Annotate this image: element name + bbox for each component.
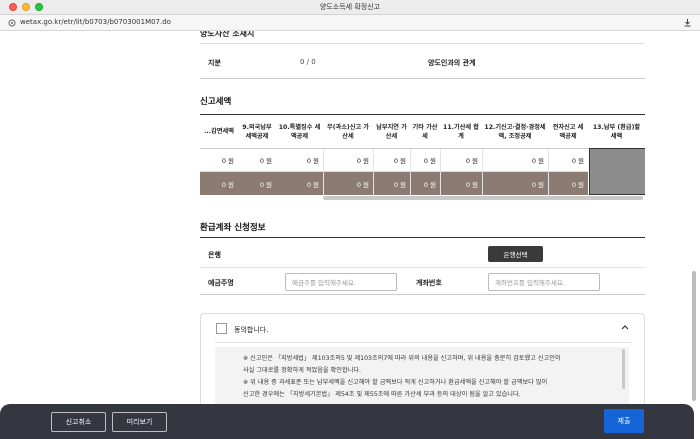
address-bar[interactable]: wetax.go.kr/etr/lit/b0703/b0703001M07.do [0,15,700,31]
table-cell: 0 원 [373,149,410,172]
table-cell: 0 원 [200,172,238,195]
tax-column: 9.외국납부 세액공제 0 원 0 원 [238,115,276,222]
tax-column: 전자신고 세액공제 0 원 0 원 [548,115,588,222]
column-header: 13.납부 (환급)할 세액 [588,115,645,149]
preview-button[interactable]: 미리보기 [112,412,167,432]
table-cell: 0 원 [276,172,323,195]
table-horizontal-scrollbar[interactable] [323,196,643,200]
page-scrollbar-thumb[interactable] [692,271,696,401]
column-divider [440,149,441,195]
table-cell: 0 원 [410,172,440,195]
page-content: 양도자산 소재지 지분 0 / 0 양도인과의 관계 신고세액 ...감면세액 … [0,31,700,439]
table-cell: 0 원 [482,149,548,172]
download-icon[interactable] [683,18,692,27]
holder-label: 예금주명 [208,279,234,287]
window-title: 양도소득세 확정신고 [319,3,381,11]
agreement-line: 사실 그대로를 정확하게 적었음을 확인합니다. [243,367,361,374]
table-cell: 0 원 [410,149,440,172]
column-header: 무(과소)신고 가산세 [323,115,373,149]
table-cell: 0 원 [238,172,276,195]
table-cell: 0 원 [548,172,588,195]
window-titlebar: 양도소득세 확정신고 [0,0,700,15]
agreement-line: ※ 신고인은 「지방세법」 제103조의5 및 제103조의7에 따라 위의 내… [243,355,561,362]
table-cell: 0 원 [323,172,373,195]
column-header: 납부지연 가산세 [373,115,410,149]
site-info-icon[interactable] [8,19,16,27]
column-divider [323,149,324,195]
refund-account-form: 은행 은행선택 예금주명 예금주를 입력해주세요. 계좌번호 계좌번호를 입력해… [200,237,645,295]
table-cell: 0 원 [482,172,548,195]
bank-label: 은행 [208,251,221,259]
table-cell: 0 원 [200,149,238,172]
bank-select-button[interactable]: 은행선택 [488,246,543,262]
tax-table[interactable]: ...감면세액 0 원 0 원 9.외국납부 세액공제 0 원 0 원 10.특… [200,114,645,222]
column-divider [548,149,549,195]
relation-label: 양도인과의 관계 [428,59,476,67]
table-cell: 0 원 [276,149,323,172]
table-cell: 0 원 [440,149,482,172]
column-header: 12.기신고·결정·경정세액, 조정공제 [482,115,548,149]
table-cell: 0 원 [238,149,276,172]
column-divider [373,149,374,195]
account-number-label: 계좌번호 [416,279,442,287]
chevron-up-icon[interactable] [621,324,629,330]
share-value: 0 / 0 [300,58,316,66]
table-cell: 0 원 [548,149,588,172]
tax-column: 무(과소)신고 가산세 0 원 0 원 [323,115,373,222]
table-cell: 0 원 [440,172,482,195]
tax-column: ...감면세액 0 원 0 원 [200,115,238,222]
tax-column: 11.가산세 합계 0 원 0 원 [440,115,482,222]
bottom-action-bar: 신고취소 미리보기 제출 [0,404,694,439]
cancel-filing-button[interactable]: 신고취소 [51,412,106,432]
tax-column: 납부지연 가산세 0 원 0 원 [373,115,410,222]
account-holder-input[interactable]: 예금주를 입력해주세요. [285,273,397,291]
column-header: 10.특별징수 세액공제 [276,115,323,149]
tax-column: 10.특별징수 세액공제 0 원 0 원 [276,115,323,222]
column-header: 11.가산세 합계 [440,115,482,149]
column-divider [410,149,411,195]
share-label: 지분 [208,59,221,67]
divider [215,342,631,343]
agreement-line: 신고한 경우에는 「지방세기본법」 제54조 및 제55조에 따른 가산세 부과… [243,391,521,398]
share-info-row: 지분 0 / 0 양도인과의 관계 [200,43,645,79]
url-text[interactable]: wetax.go.kr/etr/lit/b0703/b0703001M07.do [20,18,171,26]
table-cell: 0 원 [373,172,410,195]
tax-column: 기타 가산세 0 원 0 원 [410,115,440,222]
column-divider [482,149,483,195]
column-header: 기타 가산세 [410,115,440,149]
column-header: 전자신고 세액공제 [548,115,588,149]
refund-section-title: 환급계좌 신청정보 [200,223,266,233]
account-number-input[interactable]: 계좌번호를 입력해주세요. [488,273,600,291]
partial-section-heading: 양도자산 소재지 [200,31,255,38]
divider [200,267,645,268]
payable-tax-cell [589,148,645,195]
agreement-line: ※ 위 내용 중 과세표준 또는 납부세액을 신고해야 할 금액보다 적게 신고… [243,379,548,386]
agree-label[interactable]: 동의합니다. [234,325,268,335]
submit-button[interactable]: 제출 [604,409,644,433]
tax-section-title: 신고세액 [200,97,232,107]
agree-checkbox[interactable] [216,323,227,334]
table-cell: 0 원 [323,149,373,172]
tax-column: 12.기신고·결정·경정세액, 조정공제 0 원 0 원 [482,115,548,222]
column-header: 9.외국납부 세액공제 [238,115,276,149]
column-header: ...감면세액 [200,115,238,149]
agreement-scrollbar[interactable] [622,349,625,389]
